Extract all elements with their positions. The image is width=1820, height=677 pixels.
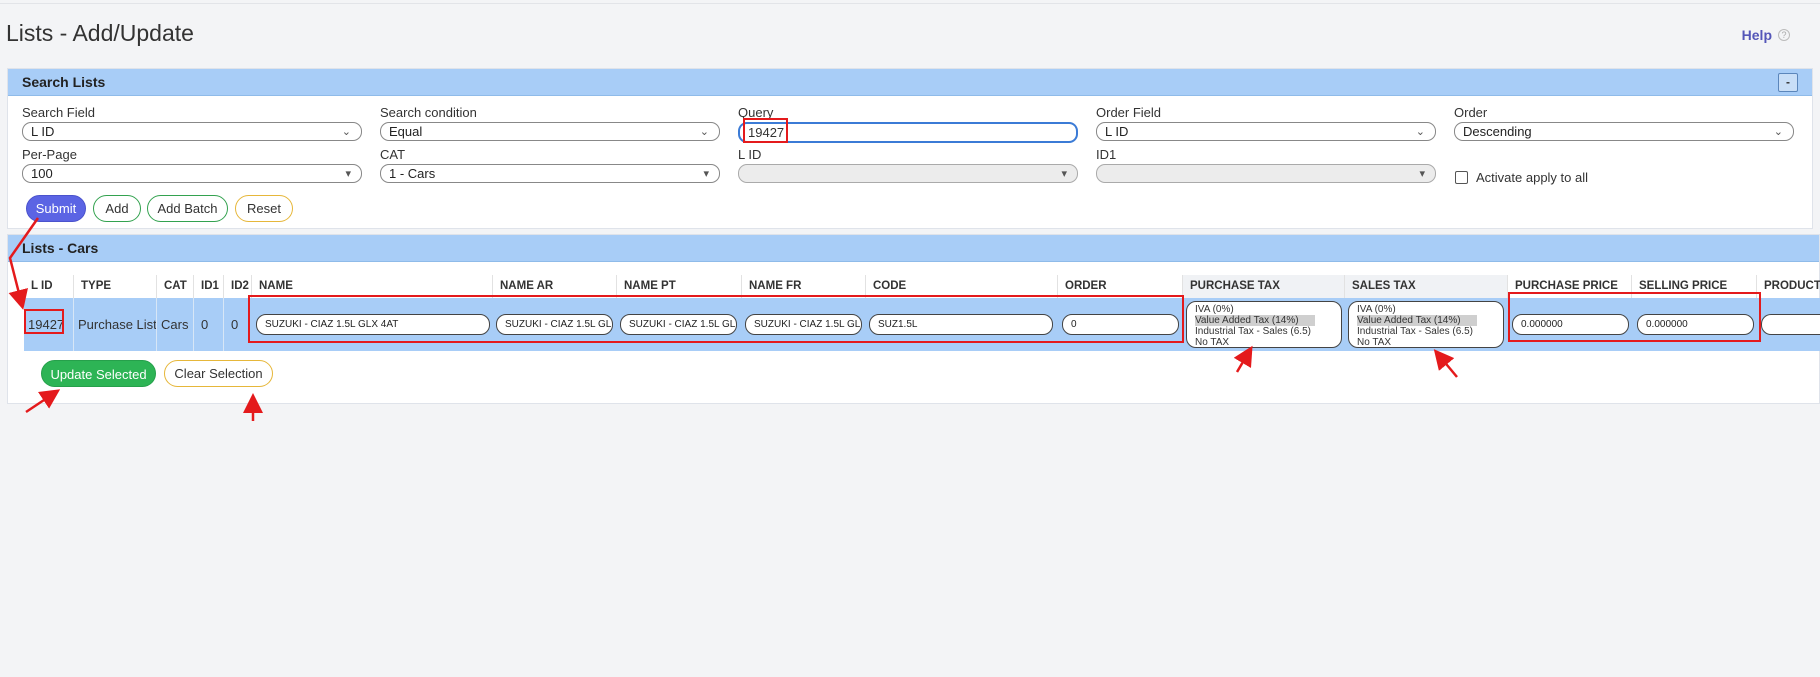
column-header[interactable]: ID2	[223, 275, 251, 298]
per-page-select[interactable]: 100 ▾	[22, 164, 362, 183]
lid-label: L ID	[738, 147, 762, 162]
id1-cell: 0	[193, 298, 223, 351]
column-header[interactable]: PRODUCT	[1756, 275, 1820, 298]
chevron-down-icon: ⌄	[699, 126, 709, 138]
help-link[interactable]: Help ?	[1742, 27, 1790, 43]
lid-group: L ID ▾	[738, 147, 1078, 183]
order-input[interactable]: 0	[1062, 314, 1179, 335]
id1-group: ID1 ▾	[1096, 147, 1436, 183]
clear-selection-button[interactable]: Clear Selection	[164, 360, 273, 387]
sales-tax-option[interactable]: Industrial Tax - Sales (6.5)	[1357, 326, 1503, 337]
chevron-down-icon: ⌄	[1773, 126, 1783, 138]
order-group: Order Descending ⌄	[1454, 105, 1794, 141]
caret-down-icon: ▾	[703, 168, 709, 180]
sales-tax-option-selected[interactable]: Value Added Tax (14%)	[1357, 315, 1477, 326]
column-header[interactable]: SALES TAX	[1344, 275, 1507, 298]
submit-button[interactable]: Submit	[26, 195, 86, 222]
order-field-label: Order Field	[1096, 105, 1162, 120]
search-panel-title: Search Lists	[22, 74, 106, 90]
name-fr-input[interactable]: SUZUKI - CIAZ 1.5L GL	[745, 314, 862, 335]
selling-price-input[interactable]: 0.000000	[1637, 314, 1754, 335]
order-field-select[interactable]: L ID ⌄	[1096, 122, 1436, 141]
column-header[interactable]: SELLING PRICE	[1631, 275, 1756, 298]
purchase-tax-option[interactable]: Industrial Tax - Sales (6.5)	[1195, 326, 1341, 337]
apply-all-checkbox[interactable]	[1455, 171, 1468, 184]
order-label: Order	[1454, 105, 1488, 120]
list-panel-title: Lists - Cars	[22, 240, 99, 256]
sales-tax-option[interactable]: IVA (0%)	[1357, 304, 1503, 315]
chevron-down-icon: ⌄	[341, 126, 351, 138]
reset-button[interactable]: Reset	[235, 195, 293, 222]
search-field-group: Search Field L ID ⌄	[22, 105, 362, 141]
list-panel-header: Lists - Cars	[8, 235, 1819, 262]
list-panel: Lists - Cars L ID TYPE CAT ID1 ID2 NAME …	[7, 234, 1820, 404]
lid-select[interactable]: ▾	[738, 164, 1078, 183]
caret-down-icon: ▾	[1061, 168, 1067, 180]
column-header[interactable]: L ID	[24, 275, 73, 298]
name-ar-input[interactable]: SUZUKI - CIAZ 1.5L GL	[496, 314, 613, 335]
apply-all-toggle[interactable]: Activate apply to all	[1455, 170, 1588, 185]
column-header[interactable]: ORDER	[1057, 275, 1182, 298]
search-condition-select[interactable]: Equal ⌄	[380, 122, 720, 141]
sales-tax-select[interactable]: IVA (0%) Value Added Tax (14%) Industria…	[1348, 301, 1504, 348]
per-page-group: Per-Page 100 ▾	[22, 147, 362, 183]
per-page-label: Per-Page	[22, 147, 77, 162]
column-header[interactable]: NAME PT	[616, 275, 741, 298]
purchase-price-input[interactable]: 0.000000	[1512, 314, 1629, 335]
page-title: Lists - Add/Update	[6, 20, 194, 46]
add-batch-button[interactable]: Add Batch	[147, 195, 228, 222]
query-input[interactable]: 19427	[738, 122, 1078, 143]
search-condition-label: Search condition	[380, 105, 477, 120]
add-button[interactable]: Add	[93, 195, 141, 222]
product-input[interactable]	[1761, 314, 1820, 335]
type-cell: Purchase List	[73, 298, 157, 351]
column-header[interactable]: CODE	[865, 275, 1057, 298]
name-pt-input[interactable]: SUZUKI - CIAZ 1.5L GL	[620, 314, 737, 335]
column-header[interactable]: TYPE	[73, 275, 156, 298]
cat-group: CAT 1 - Cars ▾	[380, 147, 720, 183]
cat-cell: Cars	[156, 298, 193, 351]
apply-all-label: Activate apply to all	[1476, 170, 1589, 185]
query-group: Query 19427	[738, 105, 1078, 143]
id2-cell: 0	[223, 298, 251, 351]
column-header[interactable]: PURCHASE TAX	[1182, 275, 1344, 298]
sales-tax-option[interactable]: No TAX	[1357, 337, 1503, 347]
column-header[interactable]: NAME FR	[741, 275, 865, 298]
order-select[interactable]: Descending ⌄	[1454, 122, 1794, 141]
id1-select[interactable]: ▾	[1096, 164, 1436, 183]
search-field-select[interactable]: L ID ⌄	[22, 122, 362, 141]
question-circle-icon: ?	[1778, 29, 1790, 41]
caret-down-icon: ▾	[1419, 168, 1425, 180]
column-header[interactable]: NAME	[251, 275, 492, 298]
purchase-tax-option[interactable]: No TAX	[1195, 337, 1341, 347]
column-header[interactable]: NAME AR	[492, 275, 616, 298]
search-condition-group: Search condition Equal ⌄	[380, 105, 720, 141]
help-label[interactable]: Help	[1742, 27, 1772, 43]
table-header: L ID TYPE CAT ID1 ID2 NAME NAME AR NAME …	[24, 275, 1820, 298]
caret-down-icon: ▾	[345, 168, 351, 180]
code-input[interactable]: SUZ1.5L	[869, 314, 1053, 335]
lid-cell[interactable]: 19427	[24, 298, 73, 351]
id1-label: ID1	[1096, 147, 1117, 162]
table-row[interactable]: 19427 Purchase List Cars 0 0 SUZUKI - CI…	[24, 298, 1820, 351]
query-label: Query	[738, 105, 774, 120]
column-header[interactable]: PURCHASE PRICE	[1507, 275, 1631, 298]
top-divider	[0, 3, 1820, 4]
cat-select[interactable]: 1 - Cars ▾	[380, 164, 720, 183]
cat-label: CAT	[380, 147, 406, 162]
chevron-down-icon: ⌄	[1415, 126, 1425, 138]
purchase-tax-select[interactable]: IVA (0%) Value Added Tax (14%) Industria…	[1186, 301, 1342, 348]
name-input[interactable]: SUZUKI - CIAZ 1.5L GLX 4AT	[256, 314, 490, 335]
purchase-tax-option[interactable]: IVA (0%)	[1195, 304, 1341, 315]
column-header[interactable]: CAT	[156, 275, 193, 298]
search-panel-header: Search Lists -	[8, 69, 1812, 96]
column-header[interactable]: ID1	[193, 275, 223, 298]
search-field-label: Search Field	[22, 105, 95, 120]
update-selected-button[interactable]: Update Selected	[41, 360, 156, 387]
collapse-button[interactable]: -	[1778, 73, 1798, 92]
order-field-group: Order Field L ID ⌄	[1096, 105, 1436, 141]
purchase-tax-option-selected[interactable]: Value Added Tax (14%)	[1195, 315, 1315, 326]
